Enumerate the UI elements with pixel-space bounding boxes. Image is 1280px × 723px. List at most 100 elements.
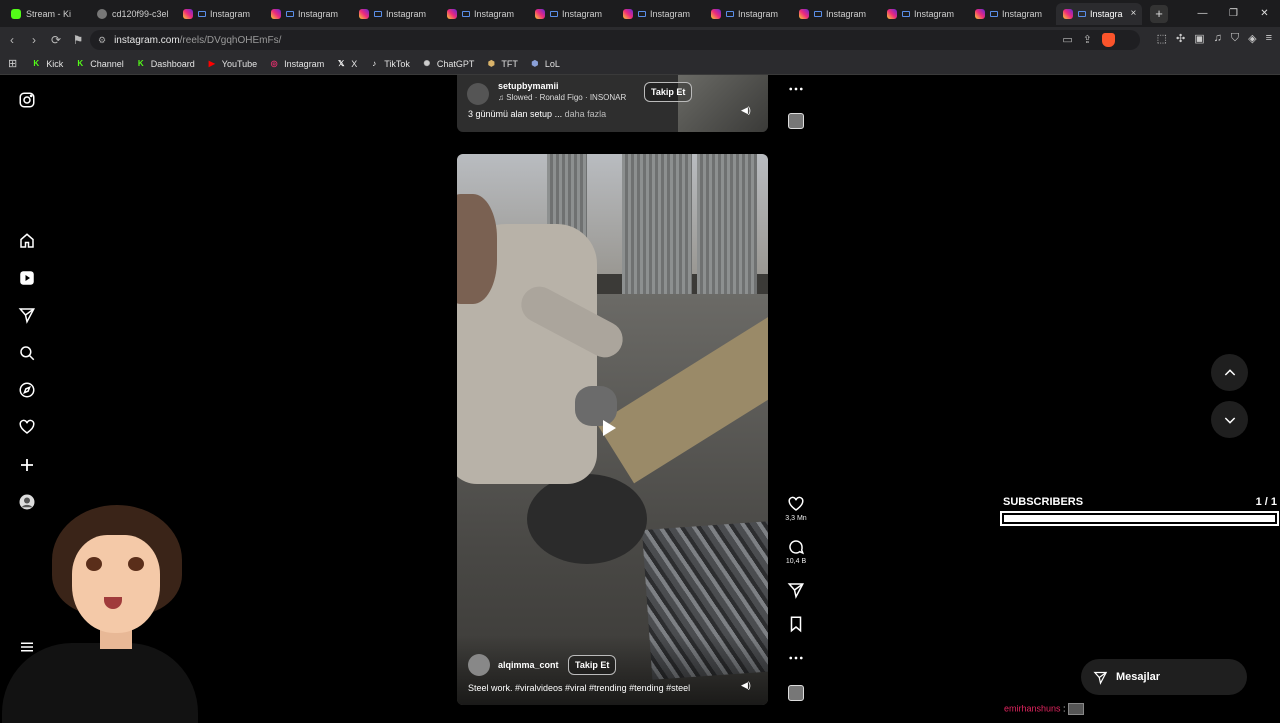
extension-icon[interactable]: ⬚: [1157, 32, 1167, 45]
more-options-icon[interactable]: [781, 649, 811, 667]
kick-icon: K: [33, 59, 40, 68]
bookmark-instagram[interactable]: ◎ Instagram: [269, 59, 325, 69]
send-icon[interactable]: [17, 305, 37, 325]
search-icon[interactable]: [17, 343, 37, 363]
reload-icon[interactable]: ⟳: [46, 33, 66, 47]
vpn-icon[interactable]: ⛉: [1231, 32, 1239, 45]
reel-username[interactable]: setupbymamii: [498, 81, 559, 91]
mute-icon[interactable]: ◀): [741, 105, 753, 117]
tab-group-icon: [902, 10, 910, 17]
messages-button[interactable]: Mesajlar: [1081, 659, 1247, 695]
bookmark-youtube[interactable]: ▶ YouTube: [207, 59, 257, 69]
subscribers-progress-fill: [1004, 515, 1275, 522]
home-icon[interactable]: [17, 231, 37, 251]
notifications-heart-icon[interactable]: [17, 417, 37, 437]
extensions-puzzle-icon[interactable]: ✣: [1176, 32, 1185, 45]
browser-tab[interactable]: Instagram: [616, 3, 702, 25]
instagram-favicon-icon: [447, 8, 457, 19]
channel-icon: K: [77, 59, 84, 68]
music-icon[interactable]: ♫: [1214, 32, 1222, 45]
audio-thumbnail[interactable]: [788, 685, 804, 701]
bookmark-tft[interactable]: ⬢ TFT: [486, 59, 518, 69]
sidebar-icon[interactable]: ▣: [1194, 32, 1204, 45]
tab-label: Instagram: [562, 8, 603, 19]
subscribers-label: SUBSCRIBERS: [1003, 496, 1084, 508]
chevron-up-icon: [1224, 368, 1235, 376]
cast-icon[interactable]: ▭: [1062, 33, 1072, 47]
minimize-button[interactable]: —: [1187, 8, 1218, 19]
comment-icon: [789, 540, 805, 555]
bookmark-channel[interactable]: K Channel: [75, 59, 123, 69]
browser-tab[interactable]: Instagram: [352, 3, 438, 25]
instagram-logo-icon[interactable]: [17, 90, 37, 110]
audio-thumbnail[interactable]: [788, 113, 804, 129]
like-button[interactable]: 3,3 Mn: [781, 495, 811, 522]
bookmark-kick[interactable]: K Kick: [31, 59, 63, 69]
reels-icon[interactable]: [17, 268, 37, 288]
main-reel-video[interactable]: alqimma_cont Takip Et Steel work. #viral…: [457, 154, 768, 705]
bookmark-icon[interactable]: ⚑: [68, 33, 88, 47]
save-button[interactable]: [781, 615, 811, 633]
avatar[interactable]: [468, 654, 490, 676]
brave-shield-icon[interactable]: [1102, 33, 1115, 47]
bookmark-label: Dashboard: [150, 58, 195, 69]
bookmark-tiktok[interactable]: ♪ TikTok: [369, 59, 410, 69]
bookmark-chatgpt[interactable]: ✺ ChatGPT: [422, 59, 475, 69]
avatar[interactable]: [467, 83, 489, 105]
browser-tab[interactable]: Instagram: [792, 3, 878, 25]
reel-music[interactable]: ♫ Slowed · Ronald Figo · INSONAR: [498, 93, 626, 102]
mute-icon[interactable]: ◀): [741, 680, 753, 692]
bookmark-dashboard[interactable]: K Dashboard: [136, 59, 195, 69]
follow-button[interactable]: Takip Et: [568, 655, 617, 675]
reel-caption: Steel work. #viralvideos #viral #trendin…: [468, 683, 691, 693]
browser-tab[interactable]: Stream - Ki: [4, 3, 88, 25]
menu-icon[interactable]: ≡: [1266, 32, 1272, 45]
address-bar-row: ‹ › ⟳ ⚑ ⚙ instagram.com/reels/DVgqhOHEmF…: [0, 27, 1280, 53]
bookmark-x[interactable]: 𝕏X: [336, 59, 357, 69]
tab-group-icon: [814, 10, 822, 17]
share-button[interactable]: [781, 581, 811, 599]
close-window-button[interactable]: ✕: [1249, 8, 1280, 19]
play-icon[interactable]: [603, 420, 616, 436]
browser-tab[interactable]: Instagram: [440, 3, 526, 25]
url-field[interactable]: ⚙ instagram.com/reels/DVgqhOHEmFs/: [90, 30, 1140, 50]
bookmark-lol[interactable]: ⬢ LoL: [530, 59, 560, 69]
new-tab-button[interactable]: +: [1150, 4, 1168, 23]
comment-button[interactable]: 10,4 B: [781, 538, 811, 565]
explore-icon[interactable]: [17, 380, 37, 400]
browser-tab[interactable]: Instagram: [528, 3, 614, 25]
share-icon[interactable]: ⇪: [1083, 33, 1092, 47]
bookmark-label: X: [351, 58, 358, 69]
forward-icon[interactable]: ›: [24, 33, 44, 47]
more-options-icon[interactable]: [781, 80, 811, 98]
tab-group-icon: [638, 10, 646, 17]
browser-tab[interactable]: Instagram: [176, 3, 262, 25]
browser-tab[interactable]: Instagram: [704, 3, 790, 25]
tab-group-icon: [286, 10, 294, 17]
browser-tab[interactable]: Instagram: [880, 3, 966, 25]
browser-tab[interactable]: Instagram: [264, 3, 350, 25]
wallet-icon[interactable]: ◈: [1248, 32, 1256, 45]
messages-label: Mesajlar: [1116, 671, 1161, 683]
back-icon[interactable]: ‹: [2, 33, 22, 47]
reel-username[interactable]: alqimma_cont: [498, 660, 559, 670]
bookmark-label: ChatGPT: [436, 58, 475, 69]
maximize-button[interactable]: ❐: [1218, 8, 1249, 19]
browser-tab[interactable]: Instagra ×: [1056, 2, 1142, 25]
follow-button[interactable]: Takip Et: [644, 82, 693, 102]
browser-tab[interactable]: Instagram: [968, 3, 1054, 25]
bookmark-label: Kick: [46, 58, 64, 69]
previous-reel[interactable]: setupbymamii ♫ Slowed · Ronald Figo · IN…: [457, 75, 768, 132]
browser-tab[interactable]: cd120f99-c3el: [90, 3, 174, 25]
close-tab-icon[interactable]: ×: [1131, 8, 1137, 19]
previous-reel-button[interactable]: [1211, 354, 1248, 391]
tab-label: Instagram: [650, 8, 691, 19]
site-info-icon[interactable]: ⚙: [98, 35, 106, 46]
create-plus-icon[interactable]: [17, 455, 37, 475]
apps-grid-icon[interactable]: ⊞: [8, 57, 17, 70]
next-reel-button[interactable]: [1211, 401, 1248, 438]
window-controls: — ❐ ✕: [1187, 0, 1280, 27]
more-link[interactable]: daha fazla: [565, 109, 607, 119]
comment-count: 10,4 B: [785, 558, 807, 565]
avatar-eye: [86, 557, 102, 571]
